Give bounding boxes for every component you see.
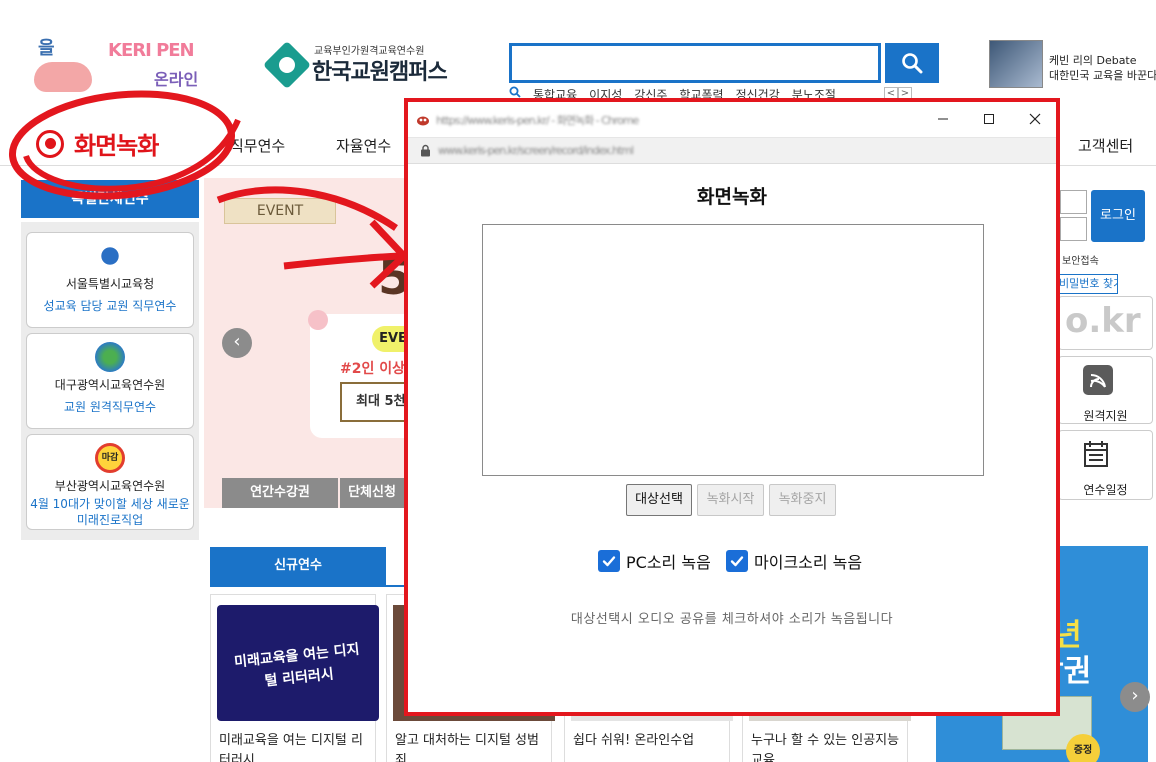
recording-preview-area: [482, 224, 984, 476]
org-course: 성교육 담당 교원 직무연수: [43, 299, 177, 313]
pc-audio-label: PC소리 녹음: [626, 553, 711, 572]
mascot-icon: [34, 62, 92, 92]
flower-icon: [308, 310, 328, 330]
screen-record-button[interactable]: 화면녹화: [36, 126, 159, 161]
debate-title[interactable]: 케빈 리의 Debate: [1049, 52, 1137, 68]
keris-logo-text: KERI PEN: [108, 40, 195, 61]
popup-address-bar[interactable]: www.keris-pen.kr/screen/record/index.htm…: [408, 138, 1056, 164]
start-recording-button[interactable]: 녹화시작: [697, 484, 764, 516]
checkmark-icon: [730, 556, 744, 567]
checkmark-icon: [602, 556, 616, 567]
training-schedule-button[interactable]: 연수일정: [1058, 430, 1153, 500]
popup-window-title: https://www.keris-pen.kr/ - 화면녹화 - Chrom…: [436, 114, 639, 127]
banner-prev-button[interactable]: ‹: [222, 328, 252, 358]
login-button[interactable]: 로그인: [1091, 190, 1145, 242]
screen-record-label: 화면녹화: [74, 132, 159, 160]
org-name: 서울특별시교육청: [65, 277, 155, 291]
stop-recording-button[interactable]: 녹화중지: [769, 484, 836, 516]
banner-tab-group[interactable]: 단체신청: [340, 478, 404, 508]
maximize-icon: [984, 114, 994, 124]
remote-support-label: 원격지원: [1083, 409, 1128, 423]
audio-share-hint: 대상선택시 오디오 공유를 체크하셔야 소리가 녹음됩니다: [570, 612, 894, 627]
course-title: 알고 대처하는 디지털 성범죄: [395, 733, 539, 762]
partner-logo-left[interactable]: 을: [30, 34, 100, 96]
lock-icon: [421, 144, 430, 157]
nav-item-customer-center[interactable]: 고객센터: [1078, 135, 1133, 156]
seoul-edu-icon: [95, 241, 125, 271]
course-thumbnail: 미래교육을 여는 디지털 리터러시: [217, 605, 379, 721]
org-name: 부산광역시교육연수원: [54, 479, 166, 493]
popup-heading: 화면녹화: [697, 186, 767, 208]
promo-gift-badge: 증정: [1066, 734, 1100, 762]
site-logo-name: 한국교원캠퍼스: [312, 60, 448, 85]
remote-support-button[interactable]: 원격지원: [1058, 356, 1153, 424]
org-course: 교원 원격직무연수: [63, 400, 157, 414]
secure-login-label[interactable]: 보안접속: [1062, 252, 1099, 267]
course-title: 쉽다 쉬워! 온라인수업: [573, 733, 695, 748]
event-banner[interactable]: EVENT 5 EVE #2인 이상 최대 5천 ‹: [204, 178, 420, 508]
banner-promo: #2인 이상: [340, 361, 405, 377]
domain-text: o.kr: [1065, 301, 1141, 341]
login-password-field[interactable]: [1060, 217, 1087, 241]
globe-icon: [95, 342, 125, 372]
select-target-button[interactable]: 대상선택: [626, 484, 692, 516]
close-button[interactable]: [1012, 102, 1058, 136]
debate-subtitle[interactable]: 대한민국 교육을 바꾼다: [1049, 67, 1156, 83]
site-logo[interactable]: 교육부인가원격교육연수원 한국교원캠퍼스: [262, 40, 468, 90]
online-logo-text: 온라인: [154, 70, 199, 89]
course-title: 누구나 할 수 있는 인공지능 교육: [751, 733, 900, 762]
remote-support-icon: [1083, 365, 1113, 395]
close-icon: [1029, 113, 1041, 125]
calendar-icon: [1084, 441, 1108, 467]
domain-box[interactable]: o.kr: [1058, 296, 1153, 350]
closed-badge-icon: 마감: [95, 443, 125, 473]
popup-url: www.keris-pen.kr/screen/record/index.htm…: [438, 144, 634, 157]
training-schedule-label: 연수일정: [1083, 483, 1128, 497]
popup-titlebar[interactable]: https://www.keris-pen.kr/ - 화면녹화 - Chrom…: [408, 102, 1056, 138]
org-card-daegu[interactable]: 대구광역시교육연수원 교원 원격직무연수: [26, 333, 194, 429]
record-icon: [36, 129, 64, 158]
mic-audio-checkbox-row[interactable]: 마이크소리 녹음: [726, 548, 862, 574]
course-card[interactable]: 미래교육을 여는 디지털 리터러시 미래교육을 여는 디지털 리터러시: [210, 594, 379, 762]
login-id-field[interactable]: [1060, 190, 1087, 214]
tab-new-courses[interactable]: 신규연수: [210, 547, 386, 585]
minimize-icon: [938, 118, 948, 120]
site-favicon-icon: [417, 116, 429, 126]
minimize-button[interactable]: [920, 102, 966, 136]
carousel-next-button[interactable]: ›: [1120, 682, 1150, 712]
keris-pen-logo[interactable]: KERI PEN 온라인: [108, 40, 208, 92]
special-group-training-tab[interactable]: 특별단체연수: [21, 180, 199, 218]
debate-thumbnail[interactable]: [989, 40, 1043, 88]
partner-logo-text: 을: [38, 38, 55, 59]
banner-tab-annual[interactable]: 연간수강권: [222, 478, 338, 508]
search-input[interactable]: [509, 43, 881, 83]
tab-underline: [210, 585, 410, 587]
nav-item-duty-training[interactable]: 직무연수: [230, 135, 285, 156]
find-password-button[interactable]: 비밀번호 찾기: [1058, 274, 1118, 294]
pc-audio-checkbox[interactable]: [598, 550, 620, 572]
course-thumbnail-text: 미래교육을 여는 디지털 리터러시: [233, 641, 361, 690]
campus-logo-icon: [262, 40, 312, 90]
search-icon: [902, 53, 923, 74]
maximize-button[interactable]: [966, 102, 1012, 136]
mic-audio-label: 마이크소리 녹음: [754, 553, 863, 572]
course-title: 미래교육을 여는 디지털 리터러시: [219, 733, 363, 762]
nav-item-self-training[interactable]: 자율연수: [336, 135, 391, 156]
org-name: 대구광역시교육연수원: [54, 378, 166, 392]
org-card-busan[interactable]: 마감 부산광역시교육연수원 4월 10대가 맞이할 세상 새로운 미래진로직업: [26, 434, 194, 530]
search-button[interactable]: [885, 43, 939, 83]
pc-audio-checkbox-row[interactable]: PC소리 녹음: [598, 548, 711, 574]
mic-audio-checkbox[interactable]: [726, 550, 748, 572]
search-small-icon: [509, 86, 521, 98]
event-label: EVENT: [224, 198, 336, 224]
org-course: 4월 10대가 맞이할 세상 새로운 미래진로직업: [30, 497, 190, 527]
org-card-seoul[interactable]: 서울특별시교육청 성교육 담당 교원 직무연수: [26, 232, 194, 328]
screen-record-popup[interactable]: https://www.keris-pen.kr/ - 화면녹화 - Chrom…: [404, 98, 1060, 716]
